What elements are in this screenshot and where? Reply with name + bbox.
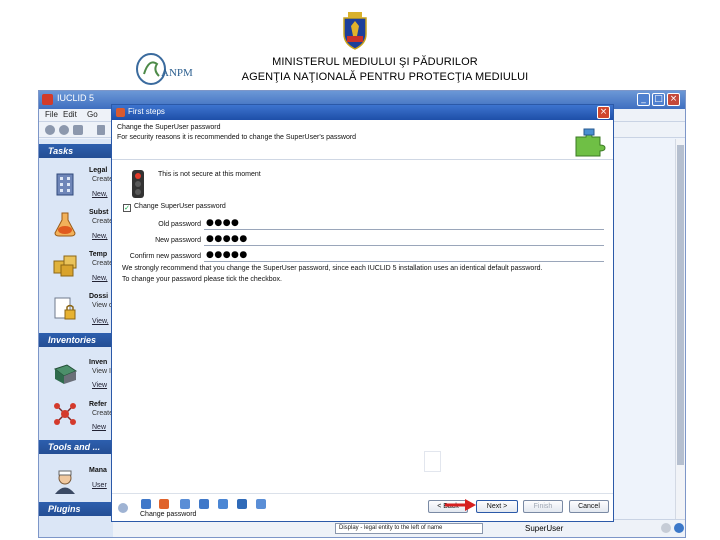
app-logo-icon [42,94,53,105]
step-2-icon[interactable] [159,499,169,509]
coat-of-arms-icon [343,12,367,50]
task-legal-link[interactable]: New, [92,191,108,198]
blank-overlay-box [424,451,441,472]
flask-icon [54,212,76,237]
change-password-checkbox[interactable]: ✓ [123,204,131,212]
next-button[interactable]: Next > [476,500,518,513]
agency-title: AGENŢIA NAŢIONALĂ PENTRU PROTECŢIA MEDIU… [241,71,529,83]
confirm-password-label: Confirm new password [129,253,201,260]
step-5-icon[interactable] [218,499,228,509]
puzzle-icon [575,128,606,157]
confirm-password-field[interactable]: ●●●●● [204,250,604,262]
inventory-link[interactable]: View [92,382,107,389]
task-template-desc: Create [92,260,114,267]
dialog-header: Change the SuperUser password For securi… [112,120,613,160]
task-template-title: Temp [89,251,108,258]
task-dossier-desc: View d [92,302,113,309]
step-7-icon[interactable] [256,499,266,509]
task-substance-desc: Create [92,218,114,225]
dialog-subheading: For security reasons it is recommended t… [117,134,357,141]
current-user-label: SuperUser [525,524,564,533]
status-globe-icon [661,523,671,533]
dialog-heading: Change the SuperUser password [117,124,221,131]
task-legal-desc: Create [92,176,114,183]
reference-molecule-icon [54,403,76,425]
reference-link[interactable]: New [92,424,106,431]
recommendation-text: We strongly recommend that you change th… [122,265,543,272]
back-icon[interactable] [45,125,55,135]
traffic-light-icon [132,170,144,198]
reference-desc: Create [92,410,114,417]
step-4-icon[interactable] [199,499,209,509]
change-password-label: Change SuperUser password [134,203,226,210]
forward-icon[interactable] [59,125,69,135]
building-icon [56,173,74,196]
template-boxes-icon [53,255,77,277]
section-inventories[interactable]: Inventories [39,333,113,347]
window-title: IUCLID 5 [57,93,95,103]
scrollbar-thumb[interactable] [677,145,684,465]
task-template-link[interactable]: New, [92,275,108,282]
display-mode-select[interactable]: Display - legal entity to the left of na… [335,523,483,534]
dossier-lock-icon [54,297,76,320]
vertical-scrollbar[interactable] [675,139,685,519]
status-info-icon [674,523,684,533]
task-substance-title: Subst [89,209,109,216]
slide: ANPM MINISTERUL MEDIULUI ŞI PĂDURILOR AG… [0,0,720,540]
section-plugins[interactable]: Plugins [39,502,113,516]
close-dialog-button[interactable]: × [597,106,610,119]
inventory-title: Inven [89,359,108,366]
recommendation-text-2: To change your password please tick the … [122,276,282,283]
section-tools[interactable]: Tools and ... [39,440,113,454]
task-dossier-link[interactable]: View, [92,318,109,325]
task-dossier-title: Dossi [89,293,109,300]
dialog-app-icon [116,108,125,117]
dialog-title-bar: First steps × [112,105,613,120]
left-navigation-panel: Tasks Legal Create New, Subst Create New… [39,139,113,537]
task-legal-title: Legal [89,167,108,174]
new-password-label: New password [155,237,201,244]
step-1-icon[interactable] [141,499,151,509]
inventory-book-icon [53,364,78,384]
finish-button[interactable]: Finish [523,500,563,513]
first-steps-dialog: First steps × Change the SuperUser passw… [111,104,614,522]
reference-title: Refer [89,401,107,408]
current-step-label: Change password [140,511,197,518]
ministry-title: MINISTERUL MEDIULUI ŞI PĂDURILOR [272,56,478,68]
dialog-footer: Change password < Back Next > Finish Can… [112,493,613,521]
minimize-button[interactable]: _ [637,93,650,106]
home-icon[interactable] [73,125,83,135]
close-window-button[interactable]: × [667,93,680,106]
management-link[interactable]: User [92,482,107,489]
new-password-field[interactable]: ●●●●● [204,234,604,246]
old-password-field[interactable]: ●●●● [204,218,604,230]
help-icon[interactable] [118,503,128,513]
menu-file[interactable]: File [45,110,58,119]
inventory-desc: View I [92,368,111,375]
user-manager-icon [55,470,75,494]
step-6-icon[interactable] [237,499,247,509]
section-tasks[interactable]: Tasks [39,144,113,158]
task-substance-link[interactable]: New, [92,233,108,240]
cancel-button[interactable]: Cancel [569,500,609,513]
security-warning: This is not secure at this moment [158,171,261,178]
old-password-label: Old password [158,221,201,228]
menu-go[interactable]: Go [87,110,98,119]
red-arrow-annotation-icon [445,499,476,511]
menu-edit[interactable]: Edit [63,110,77,119]
dialog-title: First steps [128,107,165,116]
management-title: Mana [89,467,107,474]
save-icon[interactable] [97,125,105,135]
maximize-button[interactable]: □ [652,93,665,106]
step-3-icon[interactable] [180,499,190,509]
